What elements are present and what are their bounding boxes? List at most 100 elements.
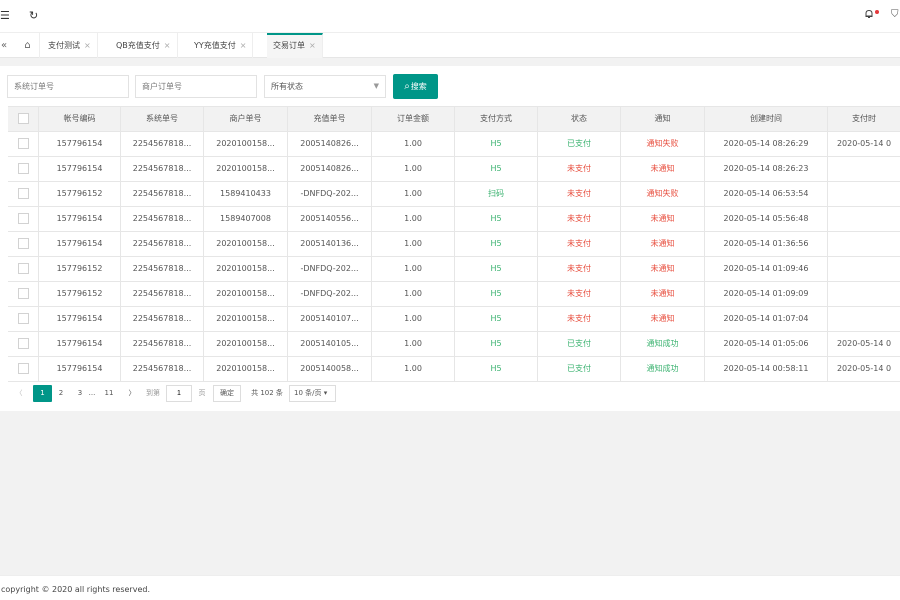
cell-merchant-order-no: 2020100158...: [204, 282, 288, 307]
row-select-cell: [8, 307, 39, 332]
cell-recharge-order-no: 2005140107...: [288, 307, 372, 332]
cell-order-amount: 1.00: [372, 182, 455, 207]
next-page-button[interactable]: 〉: [127, 385, 137, 402]
cell-account-code: 157796154: [39, 207, 121, 232]
select-all-checkbox[interactable]: [17, 113, 29, 124]
page-size-select[interactable]: 10 条/页 ▾: [289, 385, 336, 402]
cell-status: 未支付: [538, 207, 621, 232]
cell-payment-method: H5: [455, 232, 538, 257]
cell-account-code: 157796152: [39, 257, 121, 282]
cell-payment-method: H5: [455, 207, 538, 232]
cell-created-time: 2020-05-14 01:09:46: [705, 257, 828, 282]
header-payment-method: 支付方式: [455, 107, 538, 132]
cell-account-code: 157796154: [39, 307, 121, 332]
page-2-button[interactable]: 2: [56, 385, 66, 402]
row-checkbox[interactable]: [17, 238, 29, 249]
close-icon[interactable]: ×: [84, 41, 91, 50]
cell-payment-method: H5: [455, 132, 538, 157]
notification-dot: [875, 10, 879, 14]
page-3-button[interactable]: 3: [75, 385, 85, 402]
cell-created-time: 2020-05-14 01:05:06: [705, 332, 828, 357]
tab-bar: « ⌂ 支付测试 × QB充值支付 × YY充值支付 × 交易订单 ×: [0, 33, 900, 58]
table-row: 157796154 2254567818... 2020100158... 20051…: [8, 357, 900, 382]
row-checkbox[interactable]: [17, 288, 29, 299]
tab-label: QB充值支付: [116, 41, 160, 50]
cell-paid-time: 2020-05-14 0: [836, 139, 892, 148]
row-checkbox[interactable]: [17, 188, 29, 199]
page-1-button[interactable]: 1: [33, 385, 52, 402]
cell-paid-time: [828, 157, 900, 182]
row-checkbox[interactable]: [17, 138, 29, 149]
cell-paid-time: [828, 207, 900, 232]
cell-account-code: 157796152: [39, 282, 121, 307]
row-checkbox[interactable]: [17, 263, 29, 274]
page-size-value: 10 条/页: [294, 389, 322, 397]
goto-confirm-button[interactable]: 确定: [213, 385, 241, 402]
orders-panel: 所有状态 ▼ ⌕搜索 帐号编码系统单号商户单号充值单号订单金额支付方式状态通知创…: [0, 66, 900, 411]
cell-account-code: 157796154: [39, 357, 121, 382]
status-select[interactable]: 所有状态 ▼: [264, 75, 386, 98]
bell-icon[interactable]: [864, 9, 874, 19]
cell-notify: 通知失败: [621, 132, 705, 157]
refresh-icon[interactable]: ↻: [29, 9, 38, 23]
row-checkbox[interactable]: [17, 338, 29, 349]
cell-status: 未支付: [538, 282, 621, 307]
tab-pay-test[interactable]: 支付测试 ×: [42, 33, 98, 58]
cell-payment-method: H5: [455, 157, 538, 182]
shield-icon[interactable]: ⛉: [891, 9, 899, 20]
cell-status: 已支付: [538, 332, 621, 357]
prev-page-button[interactable]: 〈: [14, 385, 24, 402]
header-created-time: 创建时间: [705, 107, 828, 132]
search-icon: ⌕: [404, 81, 410, 92]
tab-scroll-left-icon[interactable]: «: [0, 33, 8, 58]
cell-account-code: 157796154: [39, 232, 121, 257]
cell-recharge-order-no: 2005140826...: [288, 157, 372, 182]
search-button-label: 搜索: [410, 82, 427, 91]
cell-notify: 通知失败: [621, 182, 705, 207]
total-count: 共 102 条: [251, 389, 283, 397]
cell-created-time: 2020-05-14 01:09:09: [705, 282, 828, 307]
tab-qb-pay[interactable]: QB充值支付 ×: [110, 33, 178, 58]
system-order-input[interactable]: [7, 75, 129, 98]
cell-system-order-no: 2254567818...: [121, 207, 204, 232]
row-checkbox[interactable]: [17, 363, 29, 374]
cell-merchant-order-no: 2020100158...: [204, 132, 288, 157]
table-row: 157796152 2254567818... 2020100158... -DNFD…: [8, 282, 900, 307]
close-icon[interactable]: ×: [164, 41, 171, 50]
cell-payment-method: H5: [455, 282, 538, 307]
cell-payment-method: H5: [455, 332, 538, 357]
tab-yy-pay[interactable]: YY充值支付 ×: [188, 33, 254, 58]
menu-fold-icon[interactable]: ☰: [0, 9, 10, 23]
cell-notify: 未通知: [621, 257, 705, 282]
row-checkbox[interactable]: [17, 313, 29, 324]
row-checkbox[interactable]: [17, 163, 29, 174]
cell-merchant-order-no: 1589407008: [204, 207, 288, 232]
cell-system-order-no: 2254567818...: [121, 157, 204, 182]
header-account-code: 帐号编码: [39, 107, 121, 132]
cell-system-order-no: 2254567818...: [121, 307, 204, 332]
cell-merchant-order-no: 2020100158...: [204, 307, 288, 332]
close-icon[interactable]: ×: [240, 41, 247, 50]
row-checkbox[interactable]: [17, 213, 29, 224]
header-notify: 通知: [621, 107, 705, 132]
page-11-button[interactable]: 11: [102, 385, 116, 402]
cell-notify: 未通知: [621, 282, 705, 307]
close-icon[interactable]: ×: [309, 41, 316, 50]
table-header-row: 帐号编码 系统单号 商户单号 充值单号 订单金额 支付方式 状态 通知 创建时间 支付时: [8, 107, 900, 132]
cell-system-order-no: 2254567818...: [121, 332, 204, 357]
cell-created-time: 2020-05-14 06:53:54: [705, 182, 828, 207]
cell-recharge-order-no: -DNFDQ-202...: [288, 282, 372, 307]
cell-paid-time: 2020-05-14 0: [836, 339, 892, 348]
merchant-order-input[interactable]: [135, 75, 257, 98]
header-merchant-order-no: 商户单号: [204, 107, 288, 132]
cell-merchant-order-no: 2020100158...: [204, 357, 288, 382]
header-order-amount: 订单金额: [372, 107, 455, 132]
goto-page-input[interactable]: [166, 385, 192, 402]
header-system-order-no: 系统单号: [121, 107, 204, 132]
home-icon[interactable]: ⌂: [16, 33, 40, 58]
tab-trade-orders[interactable]: 交易订单 ×: [267, 33, 323, 58]
cell-recharge-order-no: 2005140826...: [288, 132, 372, 157]
search-button[interactable]: ⌕搜索: [393, 74, 438, 99]
cell-order-amount: 1.00: [372, 257, 455, 282]
cell-created-time: 2020-05-14 08:26:23: [705, 157, 828, 182]
